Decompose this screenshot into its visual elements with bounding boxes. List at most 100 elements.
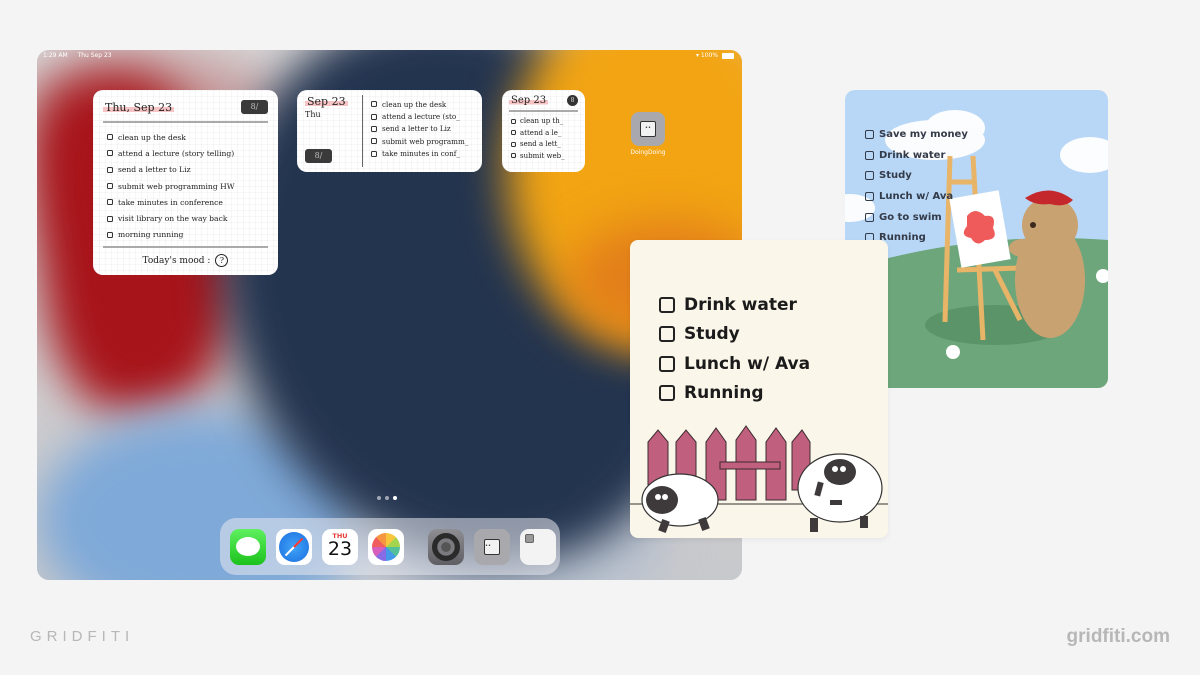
folder-icon[interactable]	[520, 528, 556, 565]
task-list: clean up the desk attend a lecture (sto_…	[363, 95, 474, 167]
settings-icon[interactable]	[428, 528, 464, 565]
progress-badge: 8	[567, 95, 578, 106]
messages-icon[interactable]	[230, 528, 266, 565]
divider	[103, 121, 268, 123]
task-label: attend a le_	[520, 128, 562, 137]
task-label: Study	[684, 324, 740, 345]
task-label: Running	[879, 232, 926, 244]
checkbox[interactable]	[371, 113, 377, 120]
checkbox[interactable]	[107, 231, 113, 238]
checkbox[interactable]	[659, 296, 675, 313]
task-item[interactable]: submit web programm_	[371, 135, 474, 147]
task-item[interactable]: take minutes in conference	[103, 194, 268, 210]
progress-badge: 8/	[241, 100, 268, 114]
page-dot-active[interactable]	[393, 496, 397, 500]
task-item[interactable]: visit library on the way back	[103, 210, 268, 226]
task-item[interactable]: attend a lecture (sto_	[371, 110, 474, 122]
calendar-icon[interactable]: THU 23	[322, 528, 358, 565]
doingdoing-app-icon[interactable]: ••	[631, 112, 665, 146]
sheep-todo-widget[interactable]: Drink water Study Lunch w/ Ava Running	[630, 240, 888, 538]
task-label: take minutes in conf_	[382, 149, 461, 159]
safari-icon[interactable]	[276, 528, 312, 565]
task-item[interactable]: Study	[659, 320, 810, 350]
task-label: Drink water	[879, 149, 946, 161]
task-list: clean up th_ attend a le_ send a lett_ s…	[509, 116, 578, 162]
todo-widget-medium[interactable]: Sep 23 Thu 8/ clean up the desk attend a…	[297, 90, 482, 172]
status-bar: 1:29 AM Thu Sep 23 ▾ 100%	[43, 52, 734, 64]
task-label: send a letter to Liz	[118, 165, 191, 175]
checkbox[interactable]	[371, 138, 377, 145]
todo-widget-large[interactable]: Thu, Sep 23 8/ clean up the desk attend …	[93, 90, 278, 275]
task-item[interactable]: Drink water	[865, 145, 968, 166]
task-label: submit web programm_	[382, 136, 469, 146]
progress-badge: 8/	[305, 149, 332, 163]
checkbox[interactable]	[865, 191, 874, 201]
page-indicator[interactable]	[377, 496, 397, 500]
task-item[interactable]: attend a lecture (story telling)	[103, 145, 268, 161]
checkbox[interactable]	[865, 129, 874, 139]
app-doingdoing[interactable]: •• DoingDoing	[623, 112, 673, 156]
task-item[interactable]: morning running	[103, 227, 268, 243]
task-item[interactable]: Drink water	[659, 290, 810, 320]
checkbox[interactable]	[865, 212, 874, 222]
checkbox[interactable]	[107, 183, 113, 190]
task-label: attend a lecture (sto_	[382, 112, 460, 122]
checkbox[interactable]	[107, 199, 113, 206]
task-label: clean up the desk	[382, 99, 447, 109]
checkbox[interactable]	[659, 385, 675, 402]
task-item[interactable]: Lunch w/ Ava	[659, 349, 810, 379]
checkbox[interactable]	[865, 150, 874, 160]
photos-icon[interactable]	[368, 528, 404, 565]
task-item[interactable]: send a lett_	[509, 139, 578, 151]
mood-question-icon[interactable]: ?	[215, 254, 229, 268]
checkbox[interactable]	[511, 141, 516, 147]
task-item[interactable]: Save my money	[865, 124, 968, 145]
checkbox[interactable]	[107, 215, 113, 222]
checkbox[interactable]	[511, 153, 516, 159]
task-item[interactable]: Study	[865, 165, 968, 186]
checkbox[interactable]	[371, 150, 377, 157]
task-item[interactable]: send a letter to Liz	[371, 123, 474, 135]
checkbox[interactable]	[865, 171, 874, 181]
todo-widget-small[interactable]: Sep 23 8 clean up th_ attend a le_ send …	[502, 90, 585, 172]
checkbox[interactable]	[107, 134, 113, 141]
task-item[interactable]: clean up th_	[509, 116, 578, 128]
mood-label: Today's mood :	[142, 255, 211, 266]
task-label: Save my money	[879, 128, 968, 140]
task-item[interactable]: send a letter to Liz	[103, 162, 268, 178]
checkbox[interactable]	[511, 130, 516, 136]
page-dot[interactable]	[377, 496, 381, 500]
task-item[interactable]: submit web programming HW	[103, 178, 268, 194]
page-dot[interactable]	[385, 496, 389, 500]
status-time: 1:29 AM	[43, 52, 68, 59]
task-label: Go to swim	[879, 211, 942, 223]
widget-day: Thu	[305, 110, 321, 119]
task-item[interactable]: clean up the desk	[103, 129, 268, 145]
checkbox[interactable]	[659, 326, 675, 343]
task-item[interactable]: take minutes in conf_	[371, 148, 474, 160]
sheep-right	[797, 453, 883, 532]
checkbox[interactable]	[511, 118, 516, 124]
task-label: attend a lecture (story telling)	[118, 148, 235, 158]
task-item[interactable]: Lunch w/ Ava	[865, 186, 968, 207]
task-item[interactable]: attend a le_	[509, 127, 578, 139]
task-item[interactable]: submit web_	[509, 150, 578, 162]
checkbox[interactable]	[371, 125, 377, 132]
checkbox[interactable]	[107, 150, 113, 157]
status-date: Thu Sep 23	[77, 52, 112, 59]
task-list: Drink water Study Lunch w/ Ava Running	[659, 290, 810, 408]
brand-logo: GRIDFITI	[30, 628, 135, 645]
widget-date: Sep 23	[305, 95, 348, 108]
mood-row[interactable]: Today's mood : ?	[103, 254, 268, 268]
task-label: send a letter to Liz	[382, 124, 451, 134]
task-item[interactable]: clean up the desk	[371, 98, 474, 110]
checkbox[interactable]	[371, 101, 377, 108]
task-item[interactable]: Running	[659, 379, 810, 409]
doingdoing-icon[interactable]: ••	[474, 528, 510, 565]
checkbox[interactable]	[107, 166, 113, 173]
task-label: take minutes in conference	[118, 197, 223, 207]
checkbox[interactable]	[659, 355, 675, 372]
widget-date: Thu, Sep 23	[103, 100, 175, 114]
divider	[509, 110, 578, 112]
task-item[interactable]: Go to swim	[865, 207, 968, 228]
